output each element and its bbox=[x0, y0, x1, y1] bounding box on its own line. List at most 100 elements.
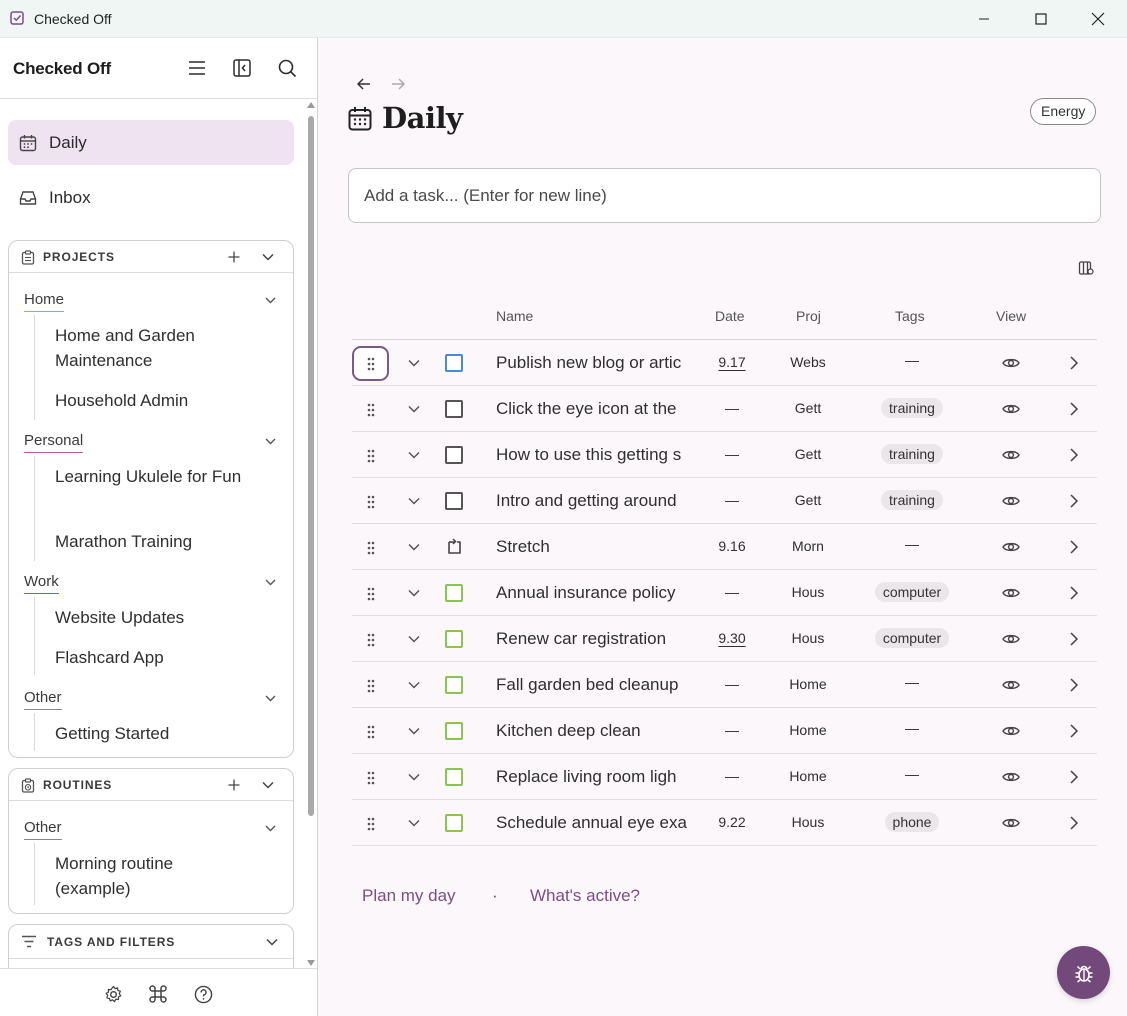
project-item[interactable]: Flashcard App bbox=[55, 645, 265, 670]
task-name[interactable]: Renew car registration bbox=[496, 629, 688, 649]
search-button[interactable] bbox=[276, 57, 298, 79]
task-date[interactable]: 9.16 bbox=[702, 538, 762, 554]
task-checkbox[interactable] bbox=[445, 676, 463, 694]
scrollbar-thumb[interactable] bbox=[308, 116, 314, 816]
routine-group-other-toggle[interactable] bbox=[263, 821, 277, 835]
chevron-right-icon[interactable] bbox=[1068, 631, 1080, 647]
group-label-home[interactable]: Home bbox=[24, 291, 65, 312]
drag-handle[interactable] bbox=[352, 760, 389, 795]
chevron-right-icon[interactable] bbox=[1068, 401, 1080, 417]
task-project[interactable]: Gett bbox=[778, 492, 838, 508]
task-checkbox[interactable] bbox=[445, 722, 463, 740]
task-tags[interactable]: phone bbox=[862, 812, 962, 832]
drag-handle[interactable] bbox=[352, 806, 389, 841]
add-routine-button[interactable] bbox=[225, 776, 243, 794]
project-item[interactable]: Marathon Training bbox=[55, 529, 265, 554]
chevron-right-icon[interactable] bbox=[1068, 723, 1080, 739]
tag-pill[interactable]: computer bbox=[874, 628, 950, 648]
maximize-button[interactable] bbox=[1012, 0, 1070, 38]
task-tags[interactable]: — bbox=[862, 536, 962, 552]
task-name[interactable]: Publish new blog or artic bbox=[496, 353, 688, 373]
table-row[interactable]: Annual insurance policy — Hous computer bbox=[352, 570, 1097, 616]
project-item[interactable]: Getting Started bbox=[55, 721, 265, 746]
task-project[interactable]: Gett bbox=[778, 446, 838, 462]
task-name[interactable]: Schedule annual eye exa bbox=[496, 813, 688, 833]
eye-icon[interactable] bbox=[1002, 815, 1020, 831]
eye-icon[interactable] bbox=[1002, 355, 1020, 371]
table-row[interactable]: Replace living room ligh — Home — bbox=[352, 754, 1097, 800]
table-row[interactable]: Publish new blog or artic 9.17 Webs — bbox=[352, 340, 1097, 386]
task-date[interactable]: 9.17 bbox=[702, 354, 762, 370]
chevron-right-icon[interactable] bbox=[1068, 769, 1080, 785]
drag-handle[interactable] bbox=[352, 714, 389, 749]
plan-my-day-link[interactable]: Plan my day bbox=[362, 886, 456, 906]
column-header-date[interactable]: Date bbox=[715, 308, 745, 324]
chevron-right-icon[interactable] bbox=[1068, 585, 1080, 601]
chevron-right-icon[interactable] bbox=[1068, 447, 1080, 463]
chevron-down-icon[interactable] bbox=[407, 586, 421, 600]
task-name[interactable]: Replace living room ligh bbox=[496, 767, 688, 787]
task-checkbox[interactable] bbox=[445, 446, 463, 464]
forward-button[interactable] bbox=[390, 76, 406, 92]
group-work-toggle[interactable] bbox=[263, 575, 277, 589]
projects-collapse-button[interactable] bbox=[259, 248, 277, 266]
task-tags[interactable]: computer bbox=[862, 582, 962, 602]
task-name[interactable]: Stretch bbox=[496, 537, 688, 557]
task-project[interactable]: Home bbox=[778, 722, 838, 738]
task-checkbox[interactable] bbox=[445, 354, 463, 372]
repeat-task-icon[interactable] bbox=[445, 537, 464, 556]
table-row[interactable]: Click the eye icon at the — Gett training bbox=[352, 386, 1097, 432]
group-label-personal[interactable]: Personal bbox=[24, 432, 84, 453]
eye-icon[interactable] bbox=[1002, 769, 1020, 785]
chevron-down-icon[interactable] bbox=[407, 816, 421, 830]
group-personal-toggle[interactable] bbox=[263, 434, 277, 448]
eye-icon[interactable] bbox=[1002, 447, 1020, 463]
task-tags[interactable]: computer bbox=[862, 628, 962, 648]
projects-panel-header[interactable]: PROJECTS bbox=[9, 241, 293, 273]
menu-button[interactable] bbox=[186, 57, 208, 79]
project-item[interactable]: Household Admin bbox=[55, 388, 265, 413]
settings-button[interactable] bbox=[103, 984, 123, 1004]
chevron-right-icon[interactable] bbox=[1068, 815, 1080, 831]
task-name[interactable]: Annual insurance policy bbox=[496, 583, 688, 603]
chevron-down-icon[interactable] bbox=[407, 678, 421, 692]
chevron-right-icon[interactable] bbox=[1068, 539, 1080, 555]
routine-item[interactable]: Morning routine (example) bbox=[55, 851, 225, 901]
task-project[interactable]: Home bbox=[778, 768, 838, 784]
drag-handle[interactable] bbox=[352, 484, 389, 519]
close-button[interactable] bbox=[1069, 0, 1127, 38]
task-checkbox[interactable] bbox=[445, 630, 463, 648]
task-name[interactable]: Kitchen deep clean bbox=[496, 721, 688, 741]
chevron-down-icon[interactable] bbox=[407, 540, 421, 554]
task-date[interactable]: — bbox=[702, 676, 762, 692]
tag-pill[interactable]: phone bbox=[884, 812, 940, 832]
nav-item-daily[interactable]: Daily bbox=[8, 120, 294, 165]
task-tags[interactable]: training bbox=[862, 398, 962, 418]
task-project[interactable]: Hous bbox=[778, 584, 838, 600]
task-checkbox[interactable] bbox=[445, 814, 463, 832]
task-date[interactable]: — bbox=[702, 584, 762, 600]
drag-handle[interactable] bbox=[352, 392, 389, 427]
chevron-down-icon[interactable] bbox=[407, 448, 421, 462]
add-project-button[interactable] bbox=[225, 248, 243, 266]
energy-button[interactable]: Energy bbox=[1030, 98, 1097, 125]
chevron-down-icon[interactable] bbox=[407, 632, 421, 646]
task-name[interactable]: Intro and getting around bbox=[496, 491, 688, 511]
drag-handle[interactable] bbox=[352, 622, 389, 657]
drag-handle[interactable] bbox=[352, 530, 389, 565]
group-label-other[interactable]: Other bbox=[24, 689, 62, 710]
eye-icon[interactable] bbox=[1002, 585, 1020, 601]
chevron-down-icon[interactable] bbox=[407, 494, 421, 508]
eye-icon[interactable] bbox=[1002, 401, 1020, 417]
project-item[interactable]: Learning Ukulele for Fun bbox=[55, 464, 265, 489]
chevron-right-icon[interactable] bbox=[1068, 677, 1080, 693]
task-project[interactable]: Morn bbox=[778, 538, 838, 554]
table-row[interactable]: Fall garden bed cleanup — Home — bbox=[352, 662, 1097, 708]
column-header-proj[interactable]: Proj bbox=[796, 308, 821, 324]
eye-icon[interactable] bbox=[1002, 677, 1020, 693]
command-palette-button[interactable] bbox=[148, 984, 168, 1004]
routine-group-label-other[interactable]: Other bbox=[24, 819, 62, 840]
task-project[interactable]: Home bbox=[778, 676, 838, 692]
task-tags[interactable]: — bbox=[862, 720, 962, 736]
back-button[interactable] bbox=[356, 76, 372, 92]
